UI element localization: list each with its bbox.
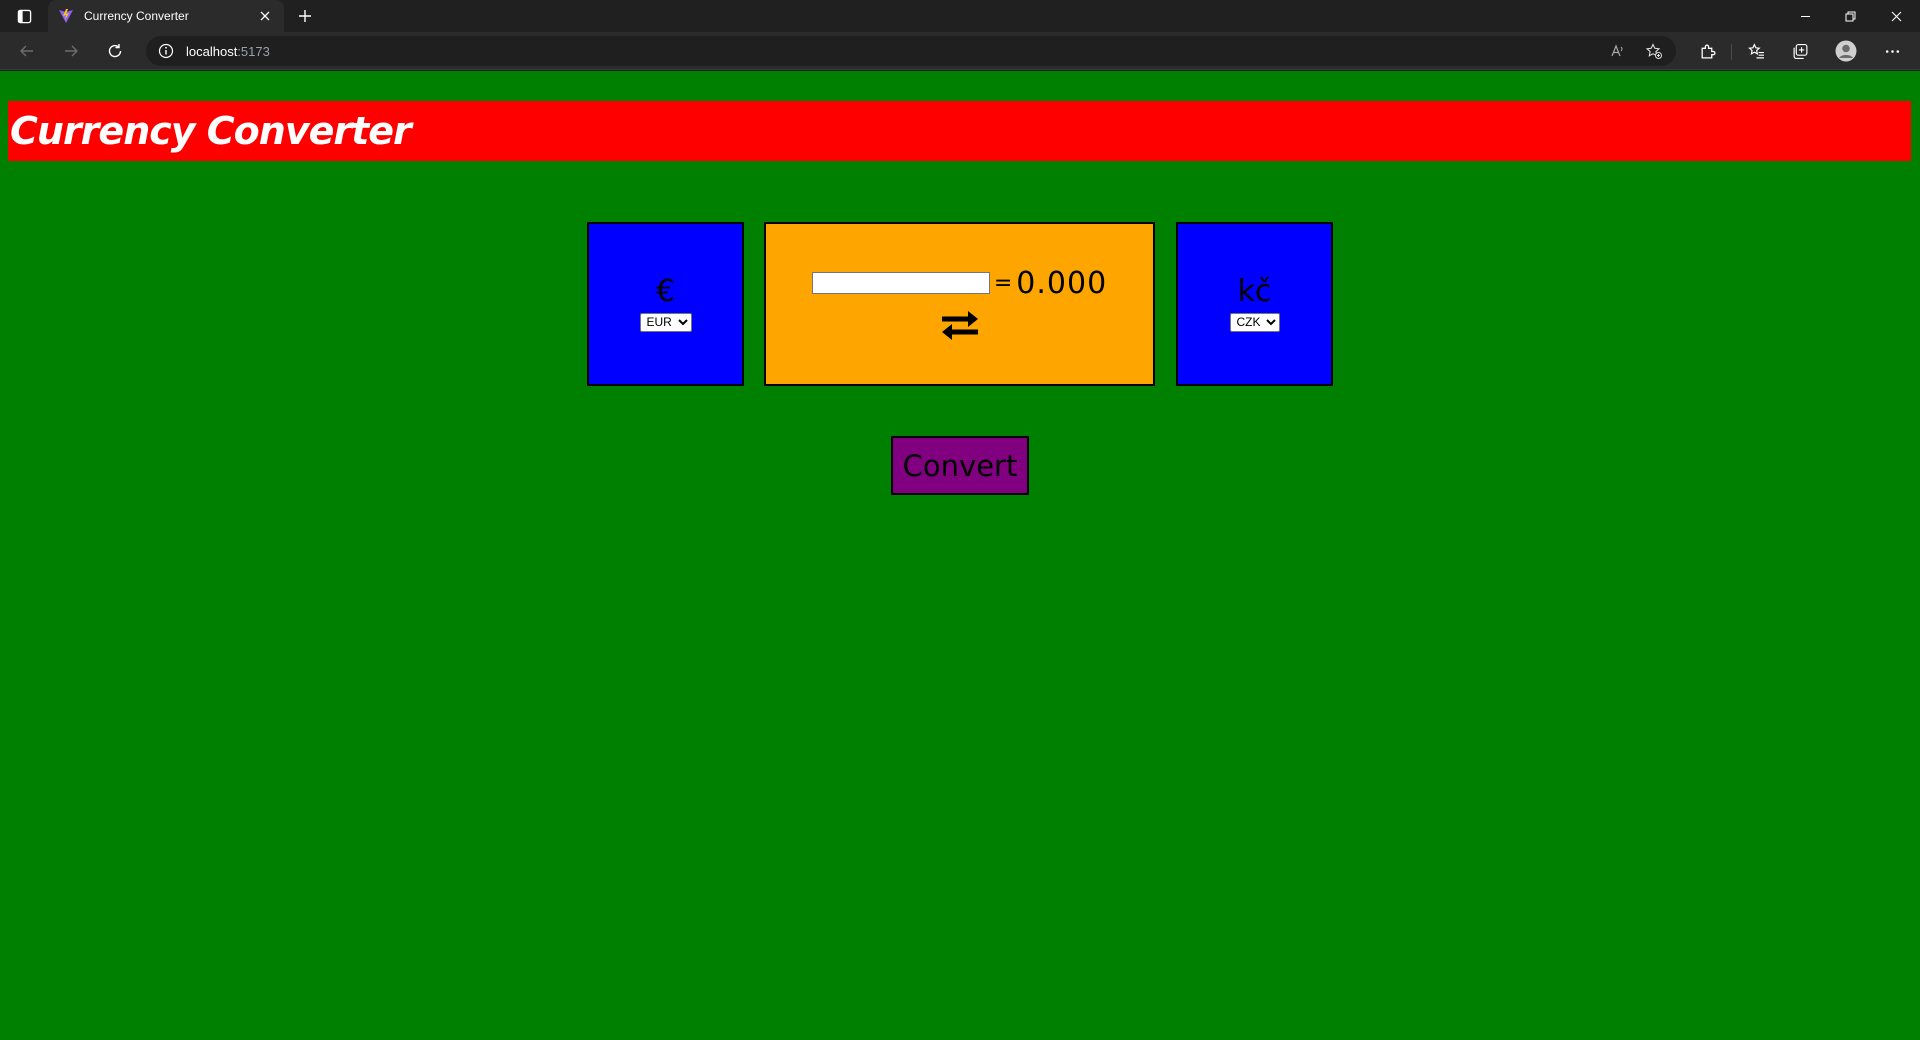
equals-sign: = [993,270,1013,296]
restore-icon[interactable] [1828,0,1872,32]
info-icon[interactable] [158,43,174,59]
arrow-left-icon[interactable] [12,37,42,65]
toolbar-divider [1731,44,1732,60]
tab-actions-icon[interactable] [10,4,38,28]
page-title: Currency Converter [10,109,412,153]
to-currency-card: kč CZK [1176,222,1333,386]
minimize-icon[interactable] [1783,0,1827,32]
header-bar: Currency Converter [8,101,1911,161]
url-host: localhost [186,43,238,59]
amount-row: = 0.000 [811,265,1108,301]
close-window-icon[interactable] [1874,0,1918,32]
close-icon[interactable] [256,7,274,25]
profile-avatar-icon[interactable] [1831,37,1861,65]
puzzle-icon[interactable] [1692,37,1722,65]
refresh-icon[interactable] [100,37,130,65]
conversion-card: = 0.000 [764,222,1155,386]
to-currency-symbol: kč [1237,273,1272,309]
browser-address-bar: localhost:5173 [0,32,1920,70]
arrow-right-icon[interactable] [56,37,86,65]
convert-button[interactable]: Convert [891,436,1029,495]
address-bar[interactable]: localhost:5173 [146,36,1676,66]
plus-icon[interactable] [294,5,316,27]
star-plus-icon[interactable] [1645,43,1663,59]
browser-tab[interactable]: Currency Converter [48,0,284,32]
favorites-list-icon[interactable] [1741,37,1771,65]
swap-arrows-icon[interactable] [938,307,982,343]
browser-tab-bar: Currency Converter [0,0,1920,32]
to-currency-select[interactable]: CZK [1229,312,1280,332]
result-value: 0.000 [1016,265,1108,301]
page-viewport: Currency Converter € EUR = 0.000 kč CZK … [0,71,1920,1040]
vite-logo-icon [58,8,74,24]
ellipsis-icon[interactable] [1877,37,1907,65]
from-currency-card: € EUR [587,222,744,386]
from-currency-select[interactable]: EUR [639,312,692,332]
amount-input[interactable] [811,272,990,294]
tab-title: Currency Converter [84,9,189,23]
from-currency-symbol: € [655,273,676,309]
collections-icon[interactable] [1785,37,1815,65]
url-port: :5173 [237,43,270,59]
read-aloud-icon[interactable] [1609,43,1627,59]
